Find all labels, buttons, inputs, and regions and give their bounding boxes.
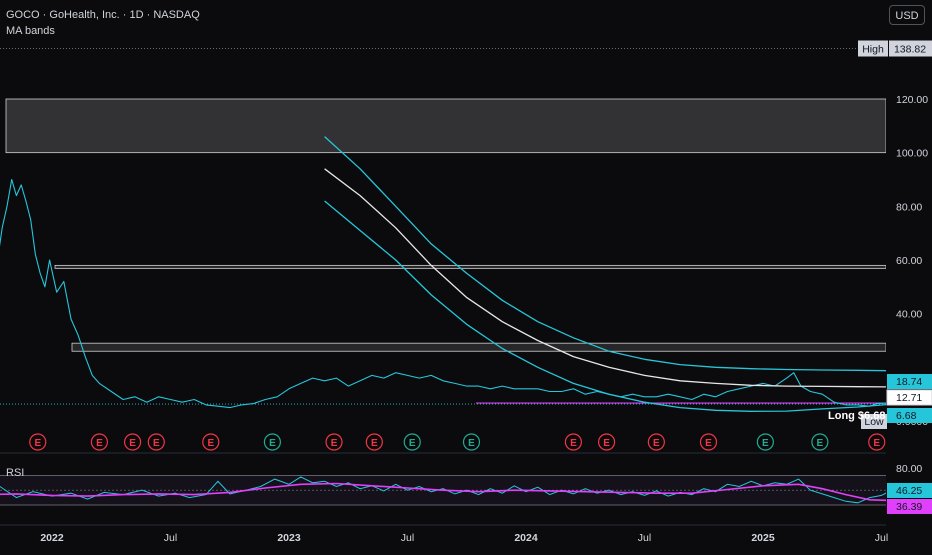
currency-button[interactable]: USD (889, 5, 925, 25)
earnings-marker[interactable]: E (365, 433, 383, 451)
earnings-marker[interactable]: E (756, 433, 774, 451)
earnings-marker[interactable]: E (90, 433, 109, 451)
price-tick-label: 80.00 (896, 201, 922, 213)
resistance-zones (5, 98, 887, 352)
rsi-tick-label: 80.00 (896, 463, 922, 475)
price-tick-label: 100.00 (896, 148, 928, 160)
rsi-value-label: 36.39 (896, 501, 922, 513)
earnings-marker-letter: E (603, 438, 610, 449)
earnings-marker-letter: E (207, 438, 214, 449)
price-tick-label: 40.00 (896, 309, 922, 321)
price-axis[interactable]: 120.00100.0080.0060.0040.000.000080.00Hi… (858, 0, 932, 525)
current-value-label: 18.74 (896, 376, 922, 388)
earnings-marker-letter: E (873, 438, 880, 449)
earnings-marker-letter: E (331, 438, 338, 449)
earnings-marker[interactable]: E (147, 433, 165, 451)
earnings-marker[interactable]: E (647, 433, 665, 451)
earnings-marker-letter: E (409, 438, 416, 449)
time-tick-label: 2023 (277, 532, 301, 544)
symbol-title[interactable]: GOCO · GoHealth, Inc. · 1D · NASDAQ (6, 9, 200, 21)
time-tick-label: Jul (401, 532, 414, 544)
rsi-pane (0, 452, 887, 526)
time-tick-label: 2024 (514, 532, 538, 544)
high-tag-label: High (862, 43, 884, 55)
earnings-marker[interactable]: E (462, 433, 481, 451)
current-value-label: 12.71 (896, 392, 922, 404)
current-value-label: 6.68 (896, 410, 917, 422)
rsi-title[interactable]: RSI (6, 467, 24, 479)
resistance-zone (71, 342, 887, 352)
earnings-marker-letter: E (705, 438, 712, 449)
earnings-marker[interactable]: E (699, 433, 718, 451)
high-tag: High 138.82 (858, 40, 932, 57)
time-tick-label: Jul (875, 532, 888, 544)
time-tick-label: 2022 (40, 532, 64, 544)
long-position-label[interactable]: Long $6.68 (828, 410, 885, 422)
rsi-value-label: 46.25 (896, 485, 922, 497)
earnings-marker-letter: E (153, 438, 160, 449)
earnings-marker[interactable]: E (403, 433, 421, 451)
ma-band-line (324, 136, 887, 372)
earnings-marker[interactable]: E (263, 433, 282, 451)
earnings-marker[interactable]: E (29, 433, 47, 451)
earnings-marker[interactable]: E (868, 433, 886, 451)
price-tick-label: 60.00 (896, 255, 922, 267)
price-tick-label: 120.00 (896, 94, 928, 106)
earnings-marker-letter: E (817, 438, 824, 449)
earnings-marker[interactable]: E (202, 433, 220, 451)
earnings-marker-letter: E (468, 438, 475, 449)
earnings-marker-letter: E (371, 438, 378, 449)
earnings-marker-letter: E (570, 438, 577, 449)
earnings-marker[interactable]: E (811, 433, 829, 451)
time-axis[interactable]: 2022Jul2023Jul2024Jul2025Jul2026Jul2027J… (40, 532, 932, 544)
time-tick-label: Jul (638, 532, 651, 544)
time-tick-label: 2025 (751, 532, 775, 544)
earnings-marker[interactable]: E (564, 433, 583, 451)
time-tick-label: Jul (164, 532, 177, 544)
earnings-marker-letter: E (96, 438, 103, 449)
chart-area[interactable]: EEEEEEEEEEEEEEEEEEE 120.00100.0080.0060.… (0, 0, 932, 550)
earnings-marker-letter: E (269, 438, 276, 449)
earnings-marker-letter: E (653, 438, 660, 449)
resistance-zone (54, 264, 887, 269)
chart-canvas[interactable]: EEEEEEEEEEEEEEEEEEE 120.00100.0080.0060.… (0, 0, 932, 550)
earnings-marker[interactable]: E (325, 433, 343, 451)
earnings-markers[interactable]: EEEEEEEEEEEEEEEEEEE (0, 433, 914, 451)
resistance-zone (5, 98, 887, 154)
earnings-marker-letter: E (129, 438, 136, 449)
earnings-marker[interactable]: E (597, 433, 616, 451)
ma-band-line (324, 200, 887, 412)
earnings-marker-letter: E (34, 438, 41, 449)
ma-center-line (324, 168, 887, 388)
earnings-marker[interactable]: E (123, 433, 142, 451)
earnings-marker-letter: E (762, 438, 769, 449)
high-value-label: 138.82 (894, 43, 926, 55)
indicator-name[interactable]: MA bands (6, 25, 55, 37)
